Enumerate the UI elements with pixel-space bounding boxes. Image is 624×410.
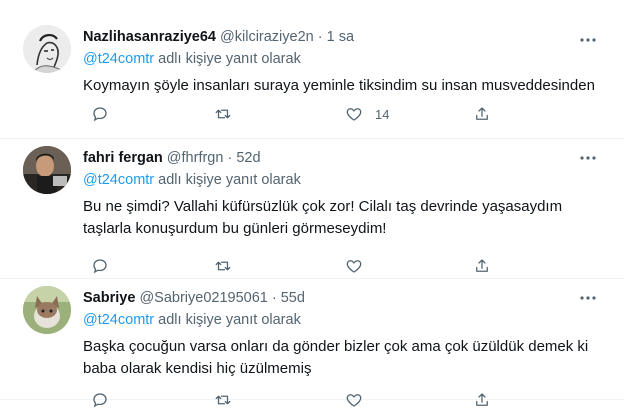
reply-context: @t24comtr adlı kişiye yanıt olarak bbox=[83, 49, 604, 69]
reply-context-label: adlı kişiye yanıt olarak bbox=[154, 312, 301, 328]
more-horizontal-icon bbox=[580, 156, 596, 160]
user-handle[interactable]: @kilciraziye2n bbox=[220, 29, 314, 45]
avatar-cat-photo bbox=[23, 286, 71, 334]
user-handle[interactable]: @fhrfrgn bbox=[167, 150, 224, 166]
user-handle[interactable]: @Sabriye02195061 bbox=[139, 290, 267, 306]
reply-bubble-icon bbox=[93, 107, 107, 122]
tweet-header: Sabriye @Sabriye02195061 · 55d bbox=[83, 288, 604, 308]
tweet-text: Bu ne şimdi? Vallahi küfürsüzlük çok zor… bbox=[83, 198, 563, 237]
more-horizontal-icon bbox=[580, 296, 596, 300]
timestamp[interactable]: 55d bbox=[281, 290, 305, 306]
retweet-button[interactable] bbox=[214, 104, 232, 124]
reply-button[interactable] bbox=[91, 256, 109, 276]
separator-dot: · bbox=[313, 29, 327, 45]
reply-button[interactable] bbox=[91, 390, 109, 410]
share-upload-icon bbox=[476, 259, 488, 272]
heart-icon bbox=[346, 260, 362, 273]
avatar-photo bbox=[23, 146, 71, 194]
heart-icon bbox=[346, 108, 362, 121]
tweet-header: Nazlihasanraziye64 @kilciraziye2n · 1 sa bbox=[83, 27, 604, 47]
avatar-sketch-portrait bbox=[23, 25, 71, 73]
reply-context: @t24comtr adlı kişiye yanıt olarak bbox=[83, 170, 604, 190]
tweet-actions bbox=[83, 390, 603, 410]
reply-bubble-icon bbox=[93, 393, 107, 408]
mention-link[interactable]: @t24comtr bbox=[83, 51, 154, 67]
like-count: 14 bbox=[375, 106, 390, 122]
reply-button[interactable] bbox=[91, 104, 109, 124]
tweet-text: Başka çocuğun varsa onları da gönder biz… bbox=[83, 338, 589, 377]
more-options-button[interactable] bbox=[578, 288, 598, 308]
tweet-text: Koymayın şöyle insanları suraya yeminle … bbox=[83, 77, 595, 94]
more-options-button[interactable] bbox=[578, 148, 598, 168]
avatar[interactable] bbox=[23, 25, 71, 73]
more-options-button[interactable] bbox=[578, 30, 598, 50]
retweet-button[interactable] bbox=[214, 390, 232, 410]
tweet-actions bbox=[83, 256, 603, 276]
tweet[interactable]: Nazlihasanraziye64 @kilciraziye2n · 1 sa… bbox=[0, 0, 624, 139]
reply-context-label: adlı kişiye yanıt olarak bbox=[154, 172, 301, 188]
timestamp[interactable]: 52d bbox=[236, 150, 260, 166]
mention-link[interactable]: @t24comtr bbox=[83, 312, 154, 328]
more-horizontal-icon bbox=[580, 38, 596, 42]
tweet-content: fahri fergan @fhrfrgn · 52d @t24comtr ad… bbox=[83, 148, 604, 240]
tweet[interactable]: Sabriye @Sabriye02195061 · 55d @t24comtr… bbox=[0, 279, 624, 408]
avatar[interactable] bbox=[23, 286, 71, 334]
separator-dot: · bbox=[223, 150, 237, 166]
retweet-arrows-icon bbox=[215, 261, 231, 271]
display-name[interactable]: fahri fergan bbox=[83, 150, 163, 166]
tweet-header: fahri fergan @fhrfrgn · 52d bbox=[83, 148, 604, 168]
like-button[interactable] bbox=[345, 256, 375, 276]
timestamp[interactable]: 1 sa bbox=[327, 29, 354, 45]
like-button[interactable]: 14 bbox=[345, 104, 389, 124]
share-upload-icon bbox=[476, 393, 488, 406]
mention-link[interactable]: @t24comtr bbox=[83, 172, 154, 188]
retweet-button[interactable] bbox=[214, 256, 232, 276]
display-name[interactable]: Sabriye bbox=[83, 290, 135, 306]
share-button[interactable] bbox=[473, 390, 491, 410]
share-button[interactable] bbox=[473, 104, 491, 124]
share-upload-icon bbox=[476, 107, 488, 120]
separator-dot: · bbox=[267, 290, 281, 306]
reply-context: @t24comtr adlı kişiye yanıt olarak bbox=[83, 310, 604, 330]
tweet-content: Nazlihasanraziye64 @kilciraziye2n · 1 sa… bbox=[83, 27, 604, 97]
retweet-arrows-icon bbox=[215, 109, 231, 119]
avatar[interactable] bbox=[23, 146, 71, 194]
heart-icon bbox=[346, 394, 362, 407]
share-button[interactable] bbox=[473, 256, 491, 276]
retweet-arrows-icon bbox=[215, 395, 231, 405]
tweet[interactable]: fahri fergan @fhrfrgn · 52d @t24comtr ad… bbox=[0, 139, 624, 279]
tweet-content: Sabriye @Sabriye02195061 · 55d @t24comtr… bbox=[83, 288, 604, 380]
display-name[interactable]: Nazlihasanraziye64 bbox=[83, 29, 216, 45]
reply-bubble-icon bbox=[93, 259, 107, 274]
reply-context-label: adlı kişiye yanıt olarak bbox=[154, 51, 301, 67]
like-button[interactable] bbox=[345, 390, 375, 410]
tweet-actions: 14 bbox=[83, 104, 603, 124]
